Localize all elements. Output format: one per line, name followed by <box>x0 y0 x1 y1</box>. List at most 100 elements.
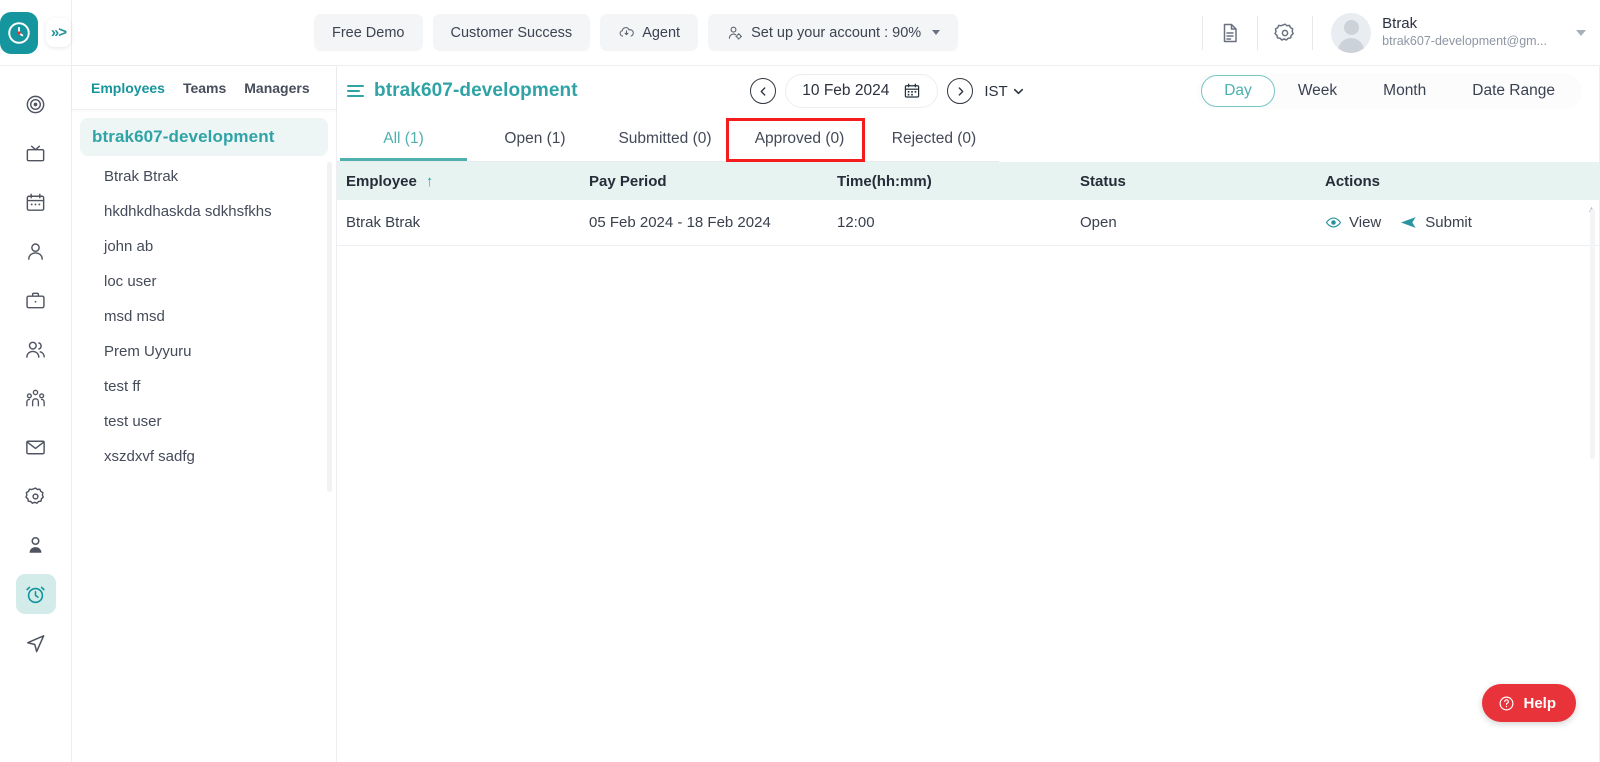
list-item[interactable]: xszdxvf sadfg <box>80 439 328 474</box>
tab-rejected[interactable]: Rejected (0) <box>869 116 999 161</box>
profile-email: btrak607-development@gm... <box>1382 34 1547 48</box>
left-nav-rail <box>0 66 72 762</box>
range-month-button[interactable]: Month <box>1360 75 1449 107</box>
date-navigator: 10 Feb 2024 IST <box>750 74 1024 108</box>
divider <box>1202 15 1204 50</box>
submit-button[interactable]: Submit <box>1399 213 1482 232</box>
submit-label: Submit <box>1425 214 1472 231</box>
cell-pay-period: 05 Feb 2024 - 18 Feb 2024 <box>589 214 771 231</box>
table-scrollbar[interactable] <box>1590 209 1595 459</box>
column-header-employee[interactable]: Employee ↑ <box>346 173 589 190</box>
table-header-row: Employee ↑ Pay Period Time(hh:mm) Status… <box>337 162 1600 200</box>
column-header-time[interactable]: Time(hh:mm) <box>837 173 1080 190</box>
chevron-down-icon <box>1576 29 1586 36</box>
sidebar-item-settings[interactable] <box>16 476 56 516</box>
timezone-selector[interactable]: IST <box>984 83 1024 100</box>
cell-time: 12:00 <box>837 214 875 231</box>
divider <box>1312 15 1314 50</box>
employee-list-scrollbar[interactable] <box>327 162 332 492</box>
sidebar-item-tv[interactable] <box>16 133 56 173</box>
divider <box>1257 15 1259 50</box>
selected-date: 10 Feb 2024 <box>802 82 890 99</box>
employee-group-header[interactable]: btrak607-development <box>80 118 328 156</box>
tab-teams[interactable]: Teams <box>174 80 235 96</box>
user-settings-icon <box>726 24 744 42</box>
employee-panel-tabs: Employees Teams Managers <box>72 66 336 110</box>
agent-button[interactable]: Agent <box>600 14 699 51</box>
sidebar-item-target[interactable] <box>16 84 56 124</box>
status-badge: Open <box>1080 214 1117 231</box>
sidebar-item-briefcase[interactable] <box>16 280 56 320</box>
employee-panel: Employees Teams Managers btrak607-develo… <box>72 66 337 762</box>
chevron-down-icon <box>932 30 941 35</box>
date-picker[interactable]: 10 Feb 2024 <box>785 74 939 108</box>
sidebar-item-navigation[interactable] <box>16 623 56 663</box>
send-icon <box>1399 213 1418 232</box>
status-tabs: All (1) Open (1) Submitted (0) Approved … <box>337 116 999 162</box>
help-button[interactable]: Help <box>1482 684 1576 722</box>
list-item[interactable]: john ab <box>80 229 328 264</box>
range-date-range-button[interactable]: Date Range <box>1449 75 1578 107</box>
main-header: btrak607-development 10 Feb 2024 IST Day… <box>337 66 1600 116</box>
gear-icon[interactable] <box>1260 0 1310 66</box>
tab-approved[interactable]: Approved (0) <box>730 116 869 161</box>
sidebar-item-timesheet[interactable] <box>15 574 56 614</box>
range-toggle-group: Day Week Month Date Range <box>1197 73 1582 109</box>
list-item[interactable]: hkdhkdhaskda sdkhsfkhs <box>80 194 328 229</box>
view-button[interactable]: View <box>1325 214 1391 231</box>
cloud-download-icon <box>618 24 635 41</box>
timezone-label: IST <box>984 82 1008 100</box>
sidebar-item-users[interactable] <box>16 329 56 369</box>
question-circle-icon <box>1498 695 1515 712</box>
top-bar-center: Free Demo Customer Success Agent Set up … <box>72 14 1200 51</box>
calendar-icon[interactable] <box>903 82 921 100</box>
sidebar-item-group-people[interactable] <box>16 378 56 418</box>
customer-success-label: Customer Success <box>450 24 573 41</box>
tab-open[interactable]: Open (1) <box>470 116 600 161</box>
agent-label: Agent <box>642 24 681 41</box>
tab-all[interactable]: All (1) <box>337 116 470 161</box>
sidebar-item-person-badge[interactable] <box>16 525 56 565</box>
sidebar-item-mail[interactable] <box>16 427 56 467</box>
chevron-right-circle-icon[interactable] <box>947 78 974 104</box>
sidebar-item-user[interactable] <box>16 231 56 271</box>
profile-menu[interactable]: Btrak btrak607-development@gm... <box>1315 0 1600 66</box>
profile-name: Btrak <box>1382 15 1418 32</box>
free-demo-label: Free Demo <box>331 24 405 41</box>
column-header-actions: Actions <box>1325 172 1381 190</box>
column-header-pay-period[interactable]: Pay Period <box>589 173 837 190</box>
hamburger-icon[interactable] <box>347 84 364 98</box>
range-day-button[interactable]: Day <box>1201 75 1275 107</box>
setup-account-button[interactable]: Set up your account : 90% <box>708 14 959 51</box>
column-header-status[interactable]: Status <box>1080 173 1325 190</box>
chevrons-right-icon[interactable]: »> <box>45 18 71 47</box>
table-row[interactable]: Btrak Btrak 05 Feb 2024 - 18 Feb 2024 12… <box>337 200 1600 246</box>
column-label: Employee <box>346 172 417 190</box>
top-bar-right: Btrak btrak607-development@gm... <box>1200 0 1600 66</box>
customer-success-button[interactable]: Customer Success <box>432 14 591 51</box>
list-item[interactable]: Prem Uyyuru <box>80 334 328 369</box>
list-item[interactable]: test user <box>80 404 328 439</box>
chevron-down-icon <box>1013 88 1023 94</box>
chevron-left-circle-icon[interactable] <box>750 78 777 104</box>
arrow-up-icon[interactable]: ↑ <box>426 173 434 190</box>
free-demo-button[interactable]: Free Demo <box>313 14 423 51</box>
list-item[interactable]: msd msd <box>80 299 328 334</box>
clock-logo-icon[interactable] <box>0 11 38 54</box>
list-item[interactable]: test ff <box>80 369 328 404</box>
top-bar: »> Free Demo Customer Success Agent Set … <box>0 0 1600 66</box>
tab-managers[interactable]: Managers <box>235 80 318 96</box>
sidebar-item-calendar[interactable] <box>16 182 56 222</box>
range-week-button[interactable]: Week <box>1275 75 1360 107</box>
list-item[interactable]: loc user <box>80 264 328 299</box>
logo-zone: »> <box>0 0 72 66</box>
cell-actions: View Submit <box>1325 213 1555 232</box>
view-label: View <box>1349 214 1382 231</box>
main-content: btrak607-development 10 Feb 2024 IST Day… <box>337 66 1600 762</box>
app-root: »> Free Demo Customer Success Agent Set … <box>0 0 1600 762</box>
page-title[interactable]: btrak607-development <box>374 80 578 102</box>
tab-submitted[interactable]: Submitted (0) <box>600 116 730 161</box>
tab-employees[interactable]: Employees <box>82 80 174 96</box>
list-item[interactable]: Btrak Btrak <box>80 159 328 194</box>
document-icon[interactable] <box>1205 0 1255 66</box>
